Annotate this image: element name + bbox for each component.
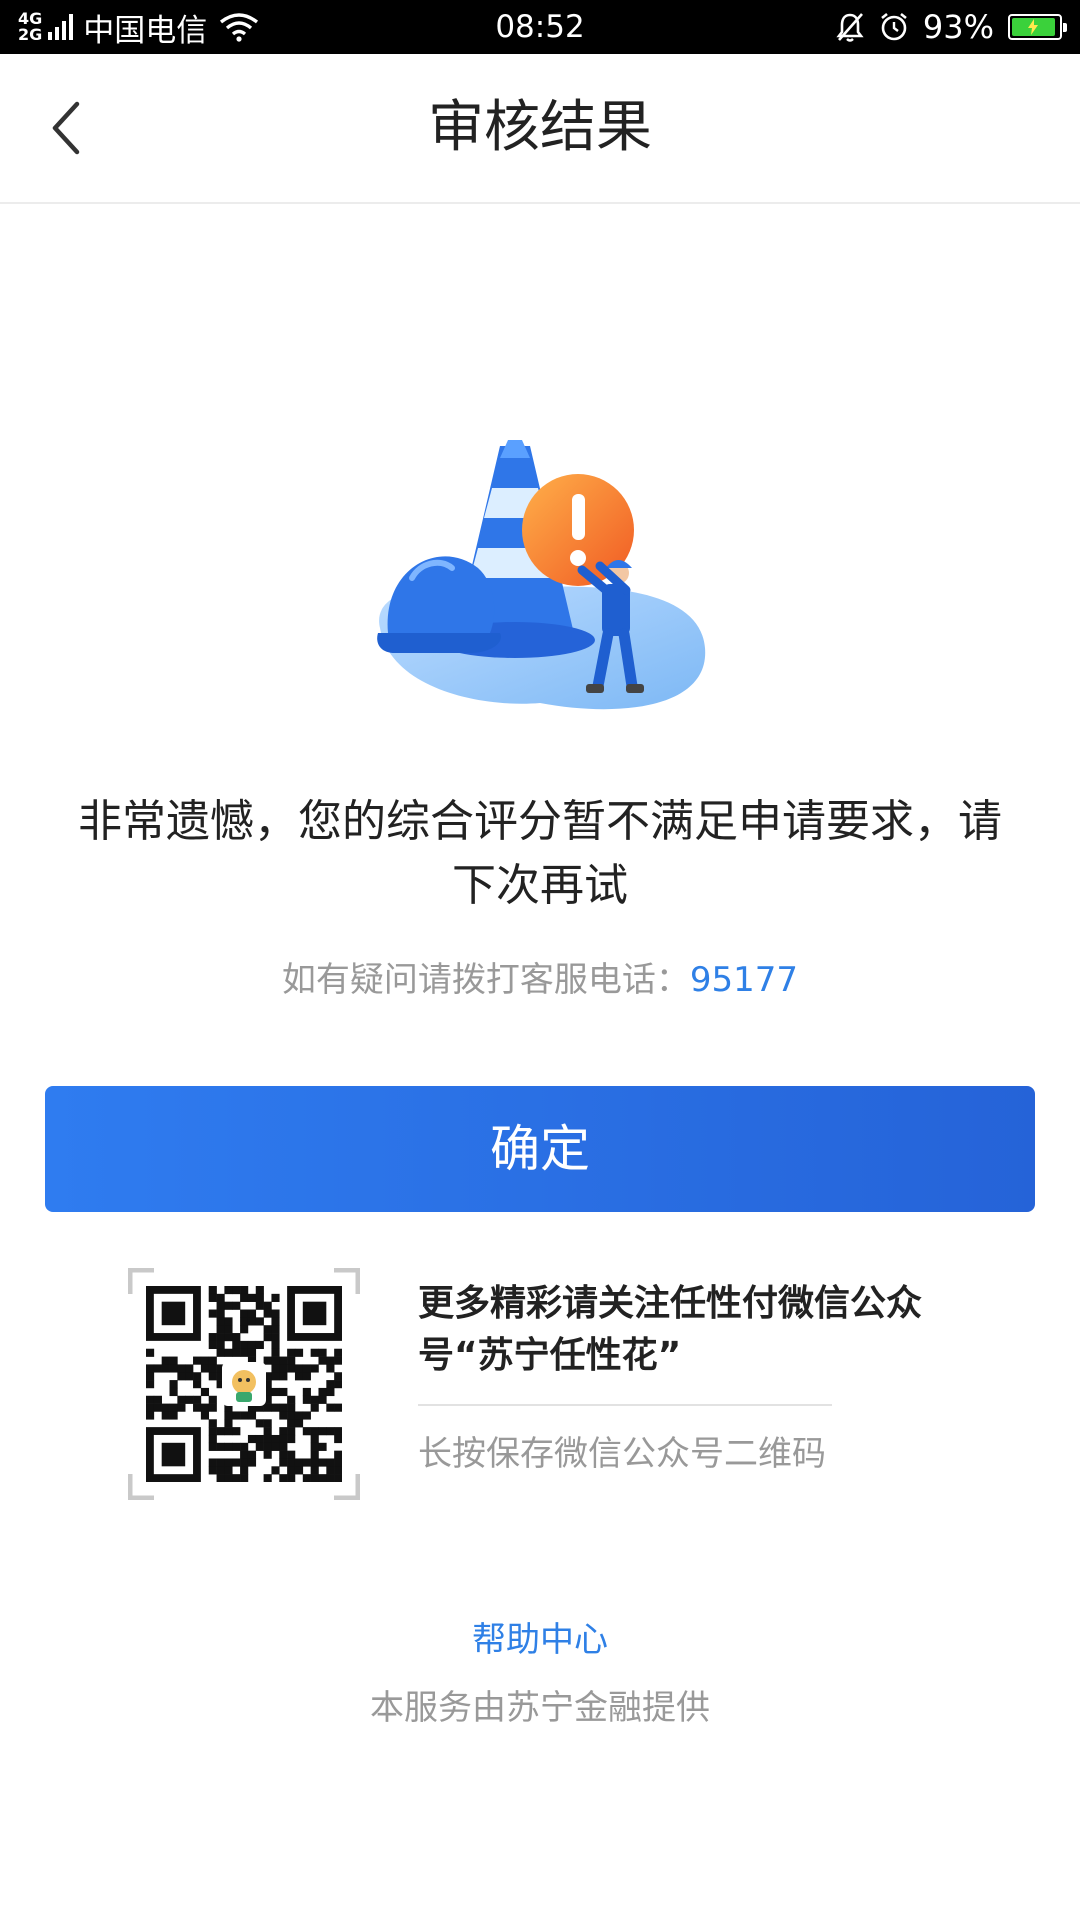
save-qr-hint: 长按保存微信公众号二维码	[418, 1434, 826, 1474]
result-message: 非常遗憾，您的综合评分暂不满足申请要求，请下次再试	[78, 796, 1002, 911]
page-title: 审核结果	[428, 95, 652, 160]
help-center-link[interactable]: 帮助中心	[0, 1612, 1080, 1661]
service-provider-text: 本服务由苏宁金融提供	[370, 1688, 710, 1728]
warning-traffic-cone-illustration	[377, 440, 706, 710]
hotline-number-link[interactable]: 95177	[690, 960, 798, 1000]
status-right: 93%	[835, 0, 1067, 54]
status-bar: 4G 2G 中国电信 08:52 93%	[0, 0, 1080, 54]
wechat-follow-text: 更多精彩请关注任性付微信公众号“苏宁任性花”	[418, 1283, 923, 1376]
hotline-line: 如有疑问请拨打客服电话：95177	[0, 952, 1080, 1001]
hotline-prefix: 如有疑问请拨打客服电话：	[281, 960, 690, 1000]
wechat-qr-code[interactable]	[128, 1268, 360, 1500]
battery-icon	[1008, 14, 1067, 40]
mute-icon	[836, 13, 864, 42]
nav-bar: 审核结果	[0, 54, 1080, 204]
battery-percent: 93%	[922, 8, 994, 46]
mascot-logo-icon	[222, 1362, 266, 1406]
confirm-button[interactable]: 确定	[45, 1086, 1035, 1212]
charging-bolt-icon	[1028, 19, 1039, 35]
divider	[418, 1404, 832, 1406]
alarm-icon	[881, 12, 907, 41]
battery-fill	[1012, 18, 1055, 36]
